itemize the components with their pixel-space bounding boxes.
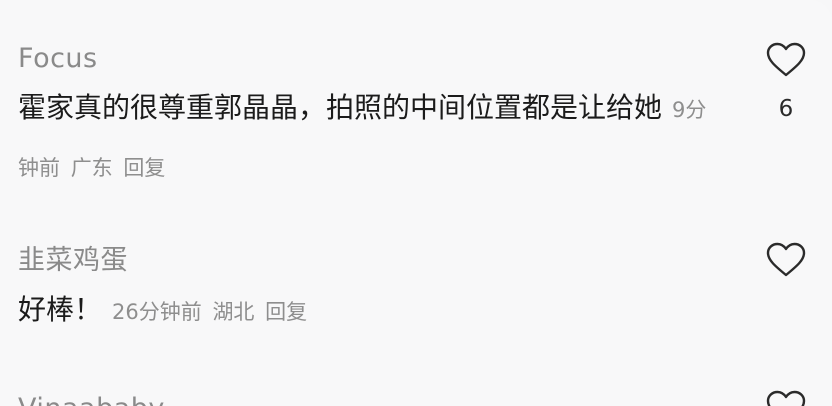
comment-body: 霍家真的很尊重郭晶晶，拍照的中间位置都是让给她 9分钟前 广东 回复 (18, 80, 718, 196)
comment-meta: 26分钟前 湖北 回复 (112, 300, 307, 324)
heart-outline-icon (766, 42, 806, 77)
comment-username[interactable]: Focus (18, 42, 832, 76)
comment-username[interactable]: 韭菜鸡蛋 (18, 244, 832, 278)
comment-time: 26分钟前 (112, 300, 202, 324)
like-button[interactable] (764, 242, 808, 278)
comment-location: 广东 (70, 156, 113, 180)
reply-button[interactable]: 回复 (265, 300, 307, 324)
reply-button[interactable]: 回复 (123, 156, 165, 180)
heart-outline-icon (766, 242, 806, 277)
comment-item: 韭菜鸡蛋 好棒！ 26分钟前 湖北 回复 (18, 244, 832, 340)
comment-item: Vinaababy (18, 392, 832, 406)
comment-body: 好棒！ 26分钟前 湖北 回复 (18, 282, 718, 340)
comment-username[interactable]: Vinaababy (18, 392, 832, 406)
heart-outline-icon (766, 390, 806, 406)
like-button[interactable]: 6 (764, 42, 808, 122)
like-count: 6 (778, 96, 794, 122)
like-button[interactable] (764, 390, 808, 406)
comment-item: Focus 霍家真的很尊重郭晶晶，拍照的中间位置都是让给她 9分钟前 广东 回复 (18, 42, 832, 196)
comment-text: 霍家真的很尊重郭晶晶，拍照的中间位置都是让给她 (18, 91, 663, 124)
comment-location: 湖北 (212, 300, 255, 324)
comment-text: 好棒！ (18, 293, 103, 326)
comment-list: Focus 霍家真的很尊重郭晶晶，拍照的中间位置都是让给她 9分钟前 广东 回复 … (0, 0, 832, 406)
